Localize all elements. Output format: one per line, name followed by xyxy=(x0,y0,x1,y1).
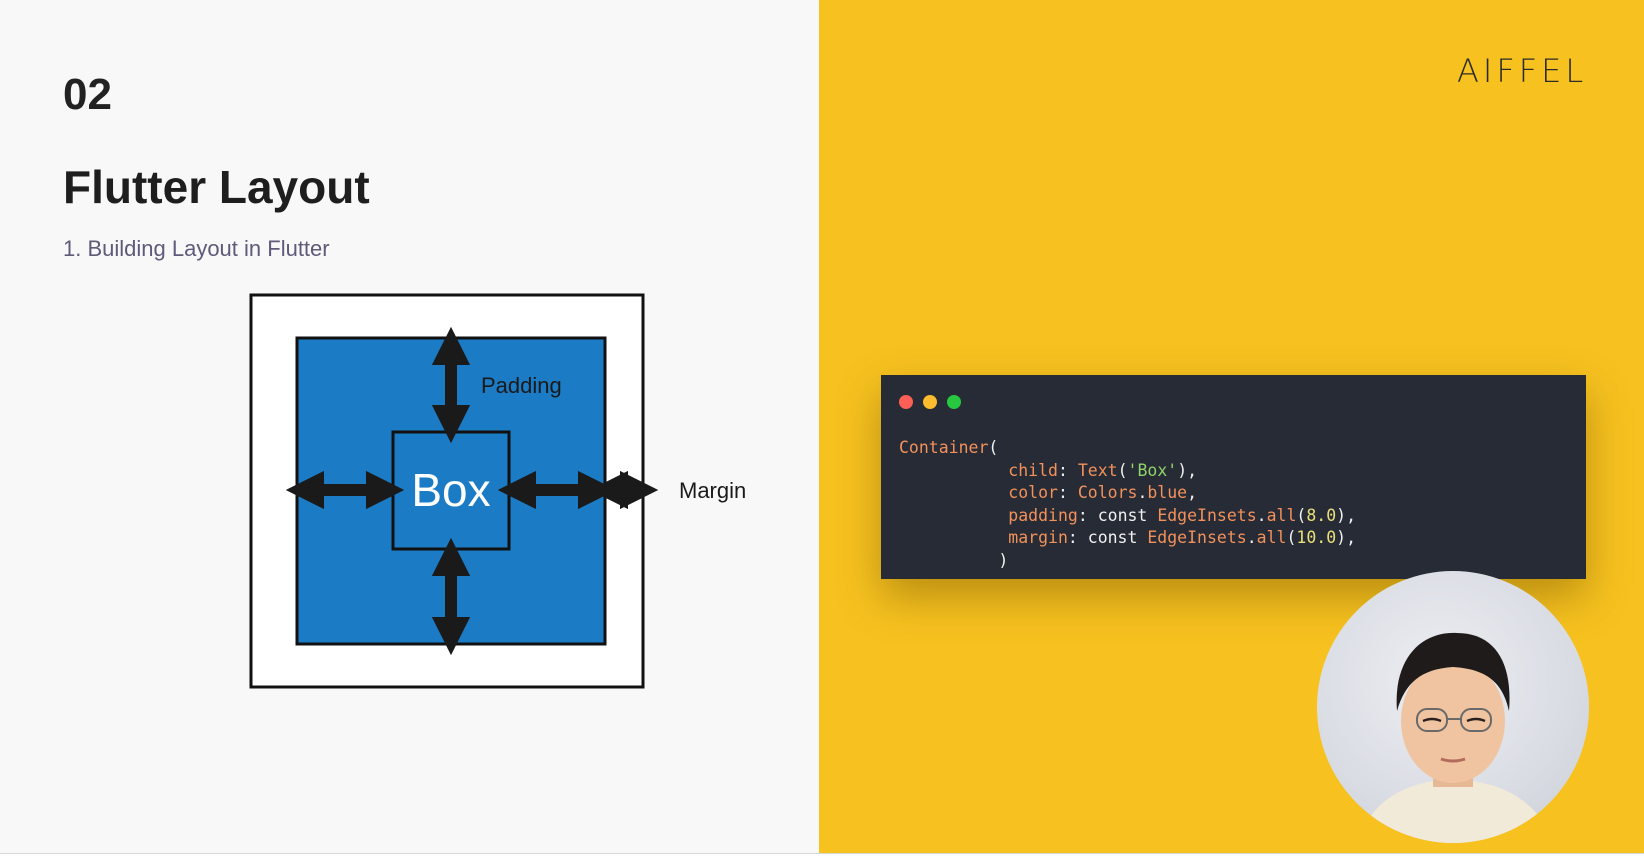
code-token: child xyxy=(1008,460,1058,480)
margin-label: Margin xyxy=(679,478,746,503)
bottom-divider xyxy=(0,853,1644,858)
code-line: color: Colors.blue, xyxy=(899,482,1356,505)
code-token: : const xyxy=(1067,528,1148,548)
code-token: ( xyxy=(1296,505,1307,525)
close-dot-icon xyxy=(899,395,913,409)
layout-diagram: Box Padding Margin xyxy=(249,293,746,689)
code-token: padding xyxy=(1008,505,1078,525)
code-token: ( xyxy=(1117,460,1128,480)
presenter-webcam xyxy=(1317,571,1589,843)
code-window: Container( child: Text('Box'), color: Co… xyxy=(881,375,1586,579)
code-token: . xyxy=(1246,528,1257,548)
code-token: Text xyxy=(1077,460,1118,480)
code-token: ), xyxy=(1336,528,1357,548)
slide-title: Flutter Layout xyxy=(63,161,370,213)
section-number: 02 xyxy=(63,70,112,119)
code-token: . xyxy=(1137,483,1148,503)
code-token: ( xyxy=(988,438,999,457)
code-token: margin xyxy=(1008,528,1068,548)
code-token: EdgeInsets xyxy=(1157,505,1257,525)
code-line: margin: const EdgeInsets.all(10.0), xyxy=(899,527,1356,550)
code-token: : const xyxy=(1077,505,1158,525)
code-token: : xyxy=(1057,483,1078,503)
code-token: ), xyxy=(1177,460,1198,480)
minimize-dot-icon xyxy=(923,395,937,409)
code-token: ) xyxy=(998,550,1009,570)
code-token: 8.0 xyxy=(1306,505,1337,525)
code-line: ) xyxy=(899,550,1356,573)
code-token: , xyxy=(1187,483,1198,503)
code-line: child: Text('Box'), xyxy=(899,460,1356,483)
code-token: color xyxy=(1008,483,1058,503)
aiffel-logo: AIFFEL xyxy=(1457,52,1588,90)
maximize-dot-icon xyxy=(947,395,961,409)
code-token: . xyxy=(1256,505,1267,525)
code-token: 10.0 xyxy=(1296,528,1337,548)
code-token: : xyxy=(1057,460,1078,480)
slide-left-panel: 02 Flutter Layout 1. Building Layout in … xyxy=(0,0,819,853)
code-line: padding: const EdgeInsets.all(8.0), xyxy=(899,505,1356,528)
presenter-silhouette-icon xyxy=(1357,632,1553,843)
code-token: all xyxy=(1256,528,1287,548)
code-token: Colors xyxy=(1077,483,1138,503)
padding-label: Padding xyxy=(481,373,562,398)
code-token: Container xyxy=(899,438,989,457)
code-token: EdgeInsets xyxy=(1147,528,1247,548)
code-token: all xyxy=(1266,505,1297,525)
box-label: Box xyxy=(411,464,490,516)
code-token: ), xyxy=(1336,505,1357,525)
code-block: Container( child: Text('Box'), color: Co… xyxy=(899,437,1356,573)
code-token: blue xyxy=(1147,483,1188,503)
code-token: ( xyxy=(1286,528,1297,548)
code-line: Container( xyxy=(899,437,1356,460)
slide-subtitle: 1. Building Layout in Flutter xyxy=(63,236,330,261)
code-token: 'Box' xyxy=(1127,460,1178,480)
